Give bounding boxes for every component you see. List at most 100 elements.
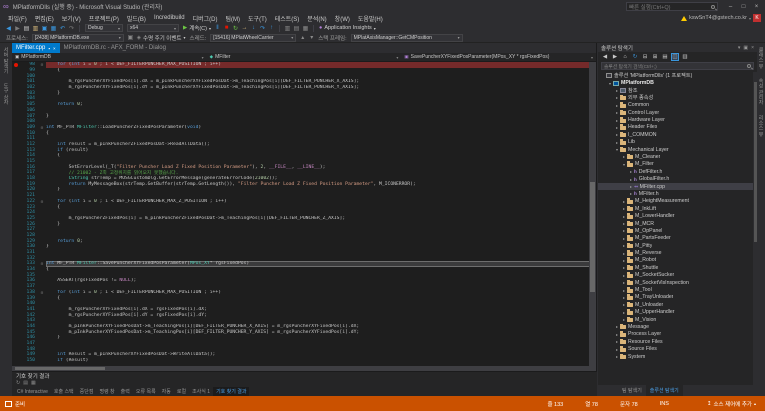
tree-item[interactable]: ▸Resource Files (598, 338, 753, 345)
panel-tab-중단점[interactable]: 중단점 (77, 388, 97, 395)
pin-icon[interactable]: ▪ (48, 46, 50, 51)
menu-item[interactable]: 빌드(B) (123, 14, 150, 23)
outline-collapse-icon[interactable]: ⊟ (38, 261, 46, 266)
dock-tab-리소스 뷰[interactable]: 리소스 뷰 (758, 115, 765, 136)
tree-item[interactable]: ▸M_MCR (598, 220, 753, 227)
menu-item[interactable]: 프로젝트(P) (85, 14, 123, 23)
tree-item[interactable]: ▸Lib (598, 139, 753, 146)
tree-item[interactable]: ▸M_Pitty (598, 242, 753, 249)
menu-item[interactable]: 보기(V) (58, 14, 85, 23)
dock-tab-클래스 뷰[interactable]: 클래스 뷰 (758, 47, 765, 68)
minimize-button[interactable]: – (724, 1, 737, 12)
account-area[interactable]: kswSnT4@gstech.co.kr ▾ K (681, 14, 761, 22)
outline-collapse-icon[interactable]: ⊟ (38, 290, 46, 295)
panel-tab-오류 목록[interactable]: 오류 목록 (133, 388, 159, 395)
panel-tab-출력[interactable]: 출력 (118, 388, 133, 395)
tree-item[interactable]: ▾M_Filter (598, 161, 753, 168)
thread-down-icon[interactable]: ▾ (307, 33, 316, 42)
quick-launch-box[interactable]: 빠른 실행(Ctrl+Q) (626, 2, 718, 11)
platform-dropdown[interactable]: x64▾ (127, 24, 179, 32)
close-icon[interactable]: × (53, 46, 56, 51)
step-into-icon[interactable]: ↓ (249, 24, 258, 33)
nav-backward-icon[interactable]: ◀ (4, 24, 13, 33)
tree-item[interactable]: 솔루션 'MPlatformDlls' (1 프로젝트) (598, 72, 753, 79)
document-tab[interactable]: MFilter.cpp▪× (12, 43, 60, 53)
preview-selected-items-icon[interactable]: ◫ (671, 53, 679, 61)
tree-item[interactable]: ▸Message (598, 323, 753, 330)
menu-item[interactable]: 파일(F) (4, 14, 31, 23)
thread-marker-icon[interactable]: ▣ (126, 33, 135, 42)
step-over-icon[interactable]: ↷ (258, 24, 267, 33)
breadcrumb-project-dropdown[interactable]: ▣MPlatformDB▾ (12, 53, 207, 61)
breadcrumb-method-dropdown[interactable]: ▣SavePuncherXYFixedPosParameter(MPos_XY … (401, 53, 596, 61)
refresh-icon[interactable]: ↻ (16, 380, 20, 386)
solution-explorer-search-box[interactable]: 솔루션 탐색기 검색(Ctrl+;) (601, 62, 754, 70)
thread-up-icon[interactable]: ▴ (298, 33, 307, 42)
tree-item[interactable]: ▸M_Unloader (598, 301, 753, 308)
account-avatar[interactable]: K (753, 14, 761, 22)
outline-collapse-icon[interactable]: ⊟ (38, 62, 46, 67)
tree-item[interactable]: ▸참조 (598, 87, 753, 94)
options-icon[interactable]: ▦ (301, 24, 310, 33)
undo-icon[interactable]: ↶ (58, 24, 67, 33)
panel-tab-조사식 1[interactable]: 조사식 1 (189, 388, 213, 395)
menu-item[interactable]: 디버그(D) (189, 14, 222, 23)
maximize-button[interactable]: □ (737, 1, 750, 12)
tree-item[interactable]: ▸Header Files (598, 124, 753, 131)
stop-debug-icon[interactable]: ■ (222, 24, 231, 33)
close-button[interactable]: × (750, 1, 763, 12)
show-next-statement-icon[interactable]: → (240, 24, 249, 33)
tree-item[interactable]: ▸M_TrayUnloader (598, 294, 753, 301)
panel-tab-로컬[interactable]: 로컬 (174, 388, 189, 395)
code-line[interactable]: 150 if (Result) (12, 358, 590, 364)
panel-tab-기호 찾기 결과[interactable]: 기호 찾기 결과 (213, 387, 249, 396)
tree-item[interactable]: ▸Source Files (598, 345, 753, 352)
tree-item[interactable]: ▸I_COMMON (598, 131, 753, 138)
stop-search-icon[interactable]: ▦ (31, 380, 36, 386)
dock-tab-팀 탐색기[interactable]: 팀 탐색기 (618, 385, 646, 396)
break-all-icon[interactable]: ‖ (213, 24, 222, 33)
home-icon[interactable]: ⌂ (621, 53, 629, 61)
tree-item[interactable]: ▸Hardware Layer (598, 116, 753, 123)
close-icon[interactable]: × (751, 45, 754, 51)
menu-item[interactable]: 편집(E) (31, 14, 58, 23)
tree-item[interactable]: ▸M_SocketSucker (598, 272, 753, 279)
comment-icon[interactable]: ▤ (292, 24, 301, 33)
panel-tab-C# Interactive[interactable]: C# Interactive (14, 389, 51, 395)
menu-item[interactable]: 팀(M) (222, 14, 245, 23)
configuration-dropdown[interactable]: Debug▾ (85, 24, 123, 32)
tree-item[interactable]: ▸M_HeightMeasurement (598, 198, 753, 205)
tree-item[interactable]: ▸M_Cleaner (598, 153, 753, 160)
panel-tab-자동[interactable]: 자동 (159, 388, 174, 395)
forward-icon[interactable]: ▶ (611, 53, 619, 61)
tree-item[interactable]: ▸외부 종속성 (598, 94, 753, 101)
tree-item[interactable]: ▸hDefFilter.h (598, 168, 753, 175)
dock-tab-솔루션 탐색기[interactable]: 솔루션 탐색기 (646, 385, 683, 396)
menu-item[interactable]: 도움말(H) (354, 14, 387, 23)
back-icon[interactable]: ◀ (601, 53, 609, 61)
menu-item[interactable]: Incredibuild (150, 15, 189, 21)
dock-tab-서버 탐색기[interactable]: 서버 탐색기 (3, 47, 10, 73)
tree-item[interactable]: ▸M_PartsFeeder (598, 235, 753, 242)
menu-item[interactable]: 분석(N) (303, 14, 330, 23)
tree-item[interactable]: ▸M_Shuttle (598, 264, 753, 271)
tree-item[interactable]: ▸Common (598, 102, 753, 109)
breakpoint-margin[interactable] (12, 358, 19, 364)
document-tab[interactable]: MPlatformDB.rc - AFX_FORM - Dialog (60, 43, 170, 53)
save-icon[interactable]: ▣ (40, 24, 49, 33)
dock-tab-도구 상자[interactable]: 도구 상자 (3, 83, 10, 104)
editor-vertical-scrollbar[interactable] (589, 62, 596, 366)
code-editor[interactable]: 98⊟ for (int i = 0 ; i < DEF_FILTERPUNCH… (12, 62, 590, 366)
tree-item[interactable]: ▸M_Vision (598, 316, 753, 323)
tree-item[interactable]: ▸M_Tool (598, 286, 753, 293)
menu-item[interactable]: 테스트(S) (271, 14, 304, 23)
nav-forward-icon[interactable]: ▶ (13, 24, 22, 33)
continue-button[interactable]: ▶계속(C)▾ (183, 24, 211, 32)
filter-icon[interactable]: ▥ (681, 53, 689, 61)
open-file-icon[interactable]: ▥ (31, 24, 40, 33)
tree-item[interactable]: ▸hGlobalFilter.h (598, 175, 753, 182)
outline-collapse-icon[interactable]: ⊟ (38, 125, 46, 130)
save-all-icon[interactable]: ▦ (49, 24, 58, 33)
sync-with-active-document-icon[interactable]: ↻ (631, 53, 639, 61)
dock-tab-속성 관리자[interactable]: 속성 관리자 (758, 78, 765, 104)
